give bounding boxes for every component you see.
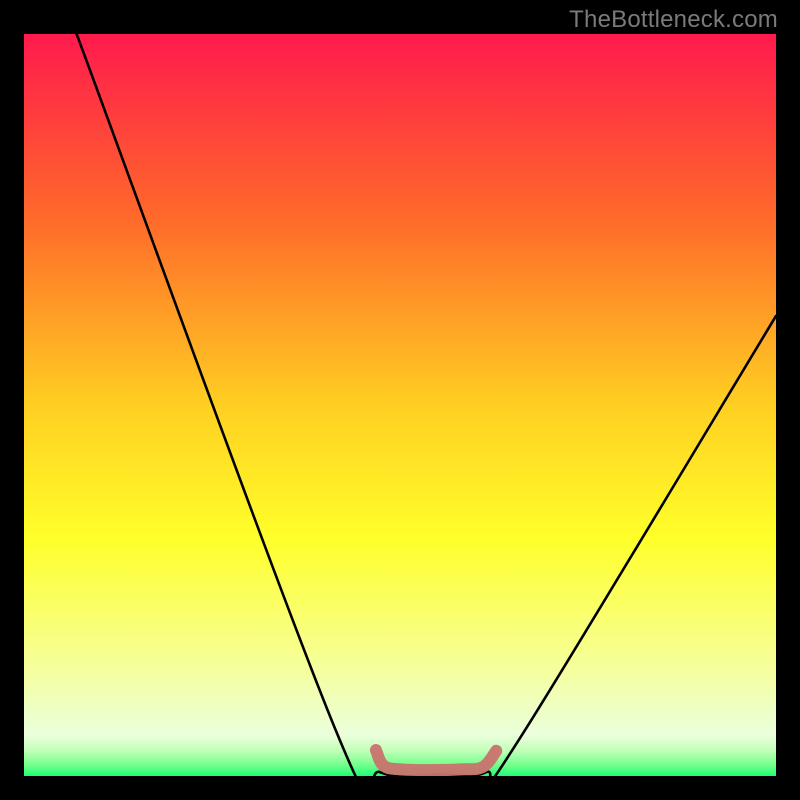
plot-area bbox=[24, 34, 776, 776]
bottleneck-chart bbox=[24, 34, 776, 776]
gradient-background bbox=[24, 34, 776, 776]
chart-container: TheBottleneck.com bbox=[0, 0, 800, 800]
watermark-text: TheBottleneck.com bbox=[569, 6, 778, 34]
